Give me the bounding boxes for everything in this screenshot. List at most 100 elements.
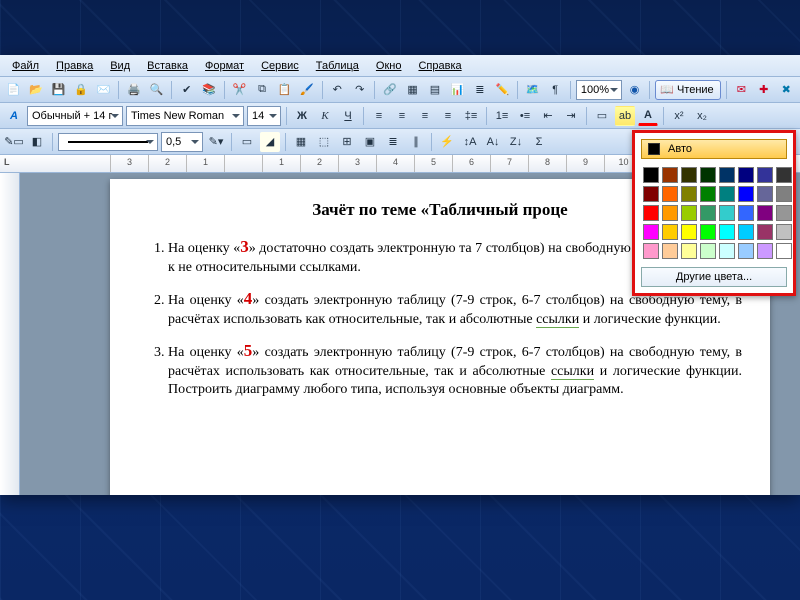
excel-button[interactable]: 📊	[448, 80, 467, 100]
color-swatch[interactable]	[776, 243, 792, 259]
linespacing-button[interactable]: ‡≡	[461, 106, 481, 126]
color-swatch[interactable]	[738, 243, 754, 259]
menu-file[interactable]: Файл	[4, 58, 47, 74]
color-swatch[interactable]	[738, 205, 754, 221]
superscript-button[interactable]: x²	[669, 106, 689, 126]
color-swatch[interactable]	[757, 186, 773, 202]
mail-button[interactable]: ✉️	[94, 80, 113, 100]
menu-table[interactable]: Таблица	[308, 58, 367, 74]
color-swatch[interactable]	[719, 167, 735, 183]
color-swatch[interactable]	[738, 186, 754, 202]
save-button[interactable]: 💾	[49, 80, 68, 100]
dec-indent-button[interactable]: ⇤	[538, 106, 558, 126]
split-cells-button[interactable]: ⊞	[337, 132, 357, 152]
menu-window[interactable]: Окно	[368, 58, 410, 74]
menu-edit[interactable]: Правка	[48, 58, 101, 74]
autosum-button[interactable]: Σ	[529, 132, 549, 152]
text-direction-button[interactable]: ↕A	[460, 132, 480, 152]
plus-button[interactable]: ✚	[754, 80, 773, 100]
permissions-button[interactable]: 🔒	[71, 80, 90, 100]
color-swatch[interactable]	[757, 224, 773, 240]
copy-button[interactable]: ⧉	[252, 80, 271, 100]
eraser-button[interactable]: ◧	[27, 132, 47, 152]
color-swatch[interactable]	[662, 186, 678, 202]
pen-color-button[interactable]: ✎▾	[206, 132, 226, 152]
styles-pane-button[interactable]: A	[4, 106, 24, 126]
distribute-rows-button[interactable]: ≣	[383, 132, 403, 152]
format-painter-button[interactable]: 🖌️	[297, 80, 316, 100]
docmap-button[interactable]: 🗺️	[523, 80, 542, 100]
new-doc-button[interactable]: 📄	[4, 80, 23, 100]
align-left-button[interactable]: ≡	[369, 106, 389, 126]
hyperlink-button[interactable]: 🔗	[380, 80, 399, 100]
drawing-button[interactable]: ✏️	[493, 80, 512, 100]
color-swatch[interactable]	[681, 167, 697, 183]
undo-button[interactable]: ↶	[328, 80, 347, 100]
more-colors-button[interactable]: Другие цвета...	[641, 267, 787, 287]
color-automatic-button[interactable]: Авто	[641, 139, 787, 159]
borders-button[interactable]: ▭	[592, 106, 612, 126]
menu-insert[interactable]: Вставка	[139, 58, 196, 74]
color-swatch[interactable]	[738, 167, 754, 183]
sort-asc-button[interactable]: A↓	[483, 132, 503, 152]
spellcheck-button[interactable]: ✔︎	[177, 80, 196, 100]
color-swatch[interactable]	[662, 205, 678, 221]
color-swatch[interactable]	[700, 224, 716, 240]
font-combo[interactable]: Times New Roman	[126, 106, 244, 126]
inc-indent-button[interactable]: ⇥	[561, 106, 581, 126]
color-swatch[interactable]	[757, 243, 773, 259]
color-swatch[interactable]	[643, 205, 659, 221]
color-swatch[interactable]	[643, 224, 659, 240]
sort-desc-button[interactable]: Z↓	[506, 132, 526, 152]
align-right-button[interactable]: ≡	[415, 106, 435, 126]
draw-table-button[interactable]: ✎▭	[4, 132, 24, 152]
color-swatch[interactable]	[757, 205, 773, 221]
highlight-button[interactable]: ab	[615, 106, 635, 126]
justify-button[interactable]: ≡	[438, 106, 458, 126]
color-swatch[interactable]	[776, 224, 792, 240]
color-swatch[interactable]	[643, 243, 659, 259]
color-swatch[interactable]	[738, 224, 754, 240]
color-swatch[interactable]	[643, 167, 659, 183]
color-swatch[interactable]	[681, 224, 697, 240]
color-swatch[interactable]	[681, 186, 697, 202]
color-swatch[interactable]	[700, 167, 716, 183]
subscript-button[interactable]: x₂	[692, 106, 712, 126]
color-swatch[interactable]	[681, 243, 697, 259]
preview-button[interactable]: 🔍	[147, 80, 166, 100]
color-swatch[interactable]	[700, 243, 716, 259]
color-swatch[interactable]	[700, 205, 716, 221]
size-combo[interactable]: 14	[247, 106, 281, 126]
outside-border-button[interactable]: ▭	[237, 132, 257, 152]
show-marks-button[interactable]: ¶	[545, 80, 564, 100]
zoom-combo[interactable]: 100%	[576, 80, 622, 100]
color-swatch[interactable]	[719, 205, 735, 221]
reading-layout-button[interactable]: 📖 Чтение	[655, 80, 720, 100]
shading-button[interactable]: ◢	[260, 132, 280, 152]
color-swatch[interactable]	[719, 243, 735, 259]
bold-button[interactable]: Ж	[292, 106, 312, 126]
font-color-button[interactable]: A	[638, 106, 658, 126]
color-swatch[interactable]	[662, 224, 678, 240]
color-swatch[interactable]	[719, 224, 735, 240]
envelope-button[interactable]: ✉︎	[732, 80, 751, 100]
color-swatch[interactable]	[662, 243, 678, 259]
color-swatch[interactable]	[776, 186, 792, 202]
autoformat-button[interactable]: ⚡	[437, 132, 457, 152]
insert-table-btn2[interactable]: ▦	[291, 132, 311, 152]
tab-selector[interactable]: L	[4, 157, 10, 167]
color-swatch[interactable]	[681, 205, 697, 221]
menu-format[interactable]: Формат	[197, 58, 252, 74]
line-weight-combo[interactable]: 0,5	[161, 132, 203, 152]
insert-table-button[interactable]: ▤	[425, 80, 444, 100]
line-style-combo[interactable]	[58, 133, 158, 151]
print-button[interactable]: 🖨️	[124, 80, 143, 100]
vertical-ruler[interactable]	[0, 173, 20, 495]
align-cell-button[interactable]: ▣	[360, 132, 380, 152]
open-button[interactable]: 📂	[26, 80, 45, 100]
merge-cells-button[interactable]: ⬚	[314, 132, 334, 152]
cut-button[interactable]: ✂️	[230, 80, 249, 100]
columns-button[interactable]: ≣	[470, 80, 489, 100]
bulleted-list-button[interactable]: •≡	[515, 106, 535, 126]
menu-view[interactable]: Вид	[102, 58, 138, 74]
